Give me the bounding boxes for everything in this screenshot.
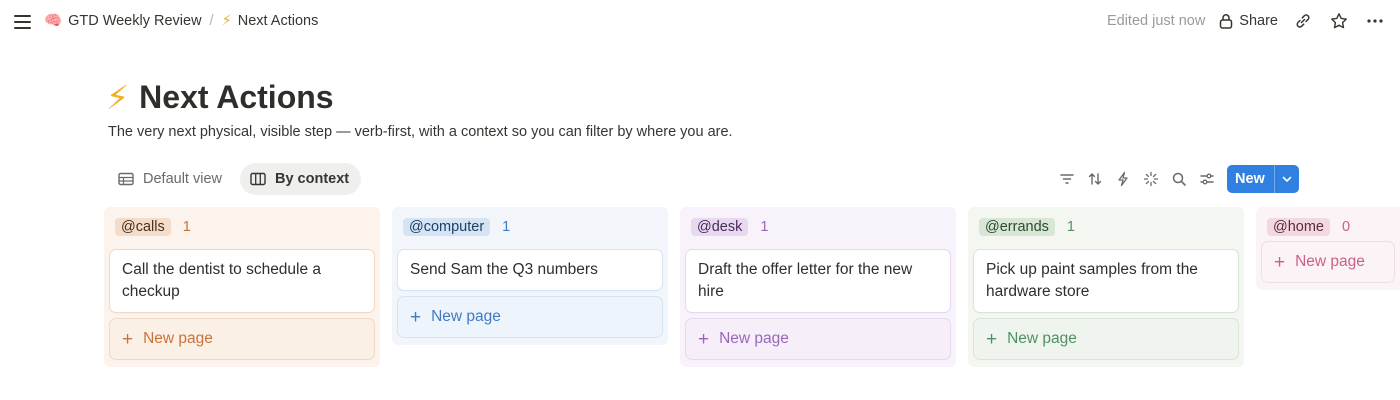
view-settings-button[interactable] xyxy=(1196,165,1218,193)
plus-icon: + xyxy=(122,328,134,350)
tab-default-view-label: Default view xyxy=(143,171,222,187)
board-card[interactable]: Draft the offer letter for the new hire xyxy=(686,250,950,312)
sidebar-menu-icon[interactable] xyxy=(14,12,34,32)
page-emoji-icon[interactable]: ⚡ xyxy=(106,78,129,117)
board-card[interactable]: Send Sam the Q3 numbers xyxy=(398,250,662,290)
column-tag[interactable]: @calls xyxy=(115,218,171,236)
board-card[interactable]: Call the dentist to schedule a checkup xyxy=(110,250,374,312)
column-tag[interactable]: @desk xyxy=(691,218,749,236)
filter-icon xyxy=(1060,174,1074,184)
board-card[interactable]: Pick up paint samples from the hardware … xyxy=(974,250,1238,312)
new-page-label: New page xyxy=(1007,330,1077,347)
new-page-label: New page xyxy=(143,330,213,347)
column-count: 0 xyxy=(1342,219,1351,235)
more-horizontal-icon xyxy=(1367,19,1383,23)
copy-link-button[interactable] xyxy=(1292,10,1314,32)
favorite-button[interactable] xyxy=(1328,10,1350,32)
share-button[interactable]: Share xyxy=(1219,13,1278,29)
page-title-text[interactable]: Next Actions xyxy=(139,79,333,116)
new-page-button[interactable]: + New page xyxy=(110,319,374,359)
tab-by-context[interactable]: By context xyxy=(239,163,362,195)
plus-icon: + xyxy=(986,328,998,350)
search-icon xyxy=(1172,172,1186,186)
breadcrumb-parent-label: GTD Weekly Review xyxy=(68,12,202,29)
board-column-errands: @errands 1 Pick up paint samples from th… xyxy=(968,207,1244,367)
breadcrumb: 🧠 GTD Weekly Review / ⚡ Next Actions xyxy=(44,12,319,30)
tab-by-context-label: By context xyxy=(274,171,350,187)
new-page-label: New page xyxy=(431,308,501,325)
new-page-button[interactable]: + New page xyxy=(398,297,662,337)
new-page-button[interactable]: + New page xyxy=(1262,242,1394,282)
column-tag[interactable]: @errands xyxy=(979,218,1055,236)
column-count: 1 xyxy=(502,219,511,235)
filter-button[interactable] xyxy=(1056,165,1078,193)
tab-default-view[interactable]: Default view xyxy=(108,163,234,195)
plus-icon: + xyxy=(698,328,710,350)
sort-icon xyxy=(1088,173,1102,185)
automation-button[interactable] xyxy=(1112,165,1134,193)
plus-icon: + xyxy=(410,306,422,328)
column-count: 1 xyxy=(182,219,191,235)
breadcrumb-separator: / xyxy=(209,12,214,29)
ai-sparkle-icon xyxy=(1143,171,1159,187)
column-tag[interactable]: @home xyxy=(1267,218,1330,236)
breadcrumb-current[interactable]: ⚡ Next Actions xyxy=(222,13,319,29)
lightning-emoji-icon: ⚡ xyxy=(221,12,232,29)
new-page-button[interactable]: + New page xyxy=(974,319,1238,359)
view-tabs: Default view By context xyxy=(108,163,362,195)
page-title: ⚡ Next Actions xyxy=(106,78,334,117)
table-icon xyxy=(118,172,134,186)
new-page-label: New page xyxy=(719,330,789,347)
search-button[interactable] xyxy=(1168,165,1190,193)
link-icon xyxy=(1296,14,1310,28)
new-button[interactable]: New xyxy=(1227,165,1274,193)
column-count: 1 xyxy=(1066,219,1075,235)
share-label: Share xyxy=(1239,13,1278,29)
breadcrumb-parent[interactable]: 🧠 GTD Weekly Review xyxy=(44,12,202,30)
more-options-button[interactable] xyxy=(1364,10,1386,32)
board-column-computer: @computer 1 Send Sam the Q3 numbers + Ne… xyxy=(392,207,668,345)
database-toolbar xyxy=(1056,165,1218,193)
plus-icon: + xyxy=(1274,251,1286,273)
ai-button[interactable] xyxy=(1140,165,1162,193)
brain-emoji-icon: 🧠 xyxy=(44,13,63,29)
edited-status: Edited just now xyxy=(1106,13,1206,29)
column-tag[interactable]: @computer xyxy=(403,218,491,236)
page-description[interactable]: The very next physical, visible step — v… xyxy=(108,124,733,140)
sort-button[interactable] xyxy=(1084,165,1106,193)
new-dropdown-button[interactable] xyxy=(1275,165,1299,193)
board-column-home: @home 0 + New page xyxy=(1256,207,1400,290)
chevron-down-icon xyxy=(1282,176,1292,182)
board-column-calls: @calls 1 Call the dentist to schedule a … xyxy=(104,207,380,367)
top-bar: 🧠 GTD Weekly Review / ⚡ Next Actions Edi… xyxy=(0,0,1400,44)
board-column-desk: @desk 1 Draft the offer letter for the n… xyxy=(680,207,956,367)
board-icon xyxy=(250,172,266,186)
star-icon xyxy=(1331,13,1347,29)
automation-icon xyxy=(1118,171,1128,187)
settings-sliders-icon xyxy=(1200,173,1214,185)
lock-icon xyxy=(1220,14,1233,29)
breadcrumb-current-label: Next Actions xyxy=(237,12,319,29)
new-button-group: New xyxy=(1227,165,1299,193)
column-count: 1 xyxy=(760,219,769,235)
new-page-label: New page xyxy=(1295,253,1365,270)
new-page-button[interactable]: + New page xyxy=(686,319,950,359)
